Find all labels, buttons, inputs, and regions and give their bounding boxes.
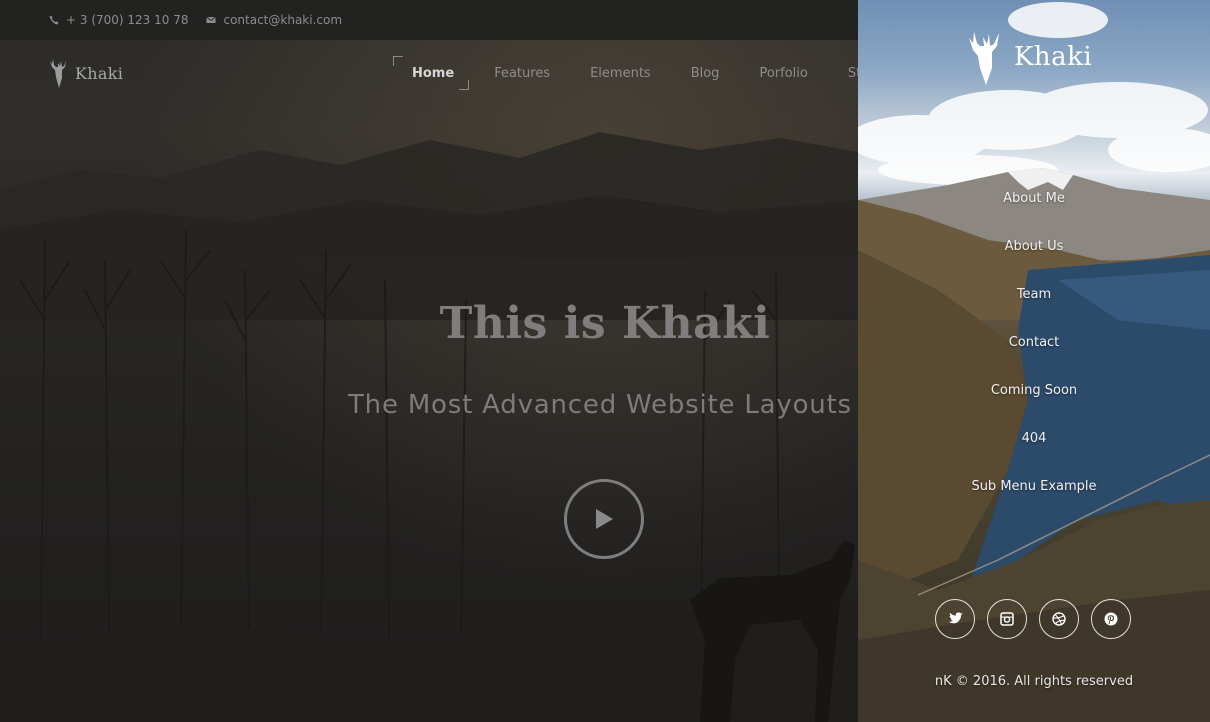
deer-logo-icon — [969, 32, 999, 85]
twitter-icon — [948, 612, 963, 624]
instagram-icon — [1000, 612, 1014, 626]
side-navigation-panel: Khaki About Me About Us Team Contact Com… — [858, 0, 1210, 722]
side-menu-coming-soon[interactable]: Coming Soon — [858, 379, 1210, 427]
side-menu-contact[interactable]: Contact — [858, 331, 1210, 379]
copyright-text: nK © 2016. All rights reserved — [934, 674, 1134, 689]
nav-blog[interactable]: Blog — [691, 64, 720, 84]
site-logo[interactable]: Khaki — [49, 57, 123, 89]
instagram-button[interactable] — [987, 599, 1027, 639]
nav-active-corner-top — [393, 56, 403, 66]
mail-icon — [206, 15, 217, 25]
side-menu-about-me[interactable]: About Me — [858, 187, 1210, 235]
nav-portfolio[interactable]: Porfolio — [759, 64, 807, 84]
topbar-phone[interactable]: + 3 (700) 123 10 78 — [49, 13, 188, 27]
nav-home[interactable]: Home — [412, 64, 454, 84]
twitter-button[interactable] — [935, 599, 975, 639]
deer-logo-icon — [50, 59, 66, 88]
side-menu-team[interactable]: Team — [858, 283, 1210, 331]
side-menu-404[interactable]: 404 — [858, 427, 1210, 475]
nav-features[interactable]: Features — [494, 64, 550, 84]
panel-logo-text: Khaki — [1014, 42, 1093, 72]
dribbble-icon — [1052, 612, 1066, 626]
play-icon — [596, 509, 613, 529]
video-play-button[interactable] — [564, 479, 644, 559]
side-menu-about-us[interactable]: About Us — [858, 235, 1210, 283]
topbar-email[interactable]: contact@khaki.com — [206, 13, 342, 27]
email-address: contact@khaki.com — [223, 13, 343, 27]
nav-elements[interactable]: Elements — [590, 64, 651, 84]
pinterest-icon — [1104, 612, 1118, 626]
phone-icon — [49, 15, 59, 25]
panel-logo[interactable]: Khaki — [968, 28, 1092, 86]
logo-text: Khaki — [75, 63, 124, 83]
main-nav: Home Features Elements Blog Porfolio Sto — [412, 64, 909, 84]
side-menu: About Me About Us Team Contact Coming So… — [858, 187, 1210, 523]
pinterest-button[interactable] — [1091, 599, 1131, 639]
dribbble-button[interactable] — [1039, 599, 1079, 639]
phone-number: + 3 (700) 123 10 78 — [66, 13, 189, 27]
hero-subtitle: The Most Advanced Website Layouts — [348, 390, 852, 420]
social-links — [935, 599, 1143, 639]
side-menu-sub-menu-example[interactable]: Sub Menu Example — [858, 475, 1210, 523]
